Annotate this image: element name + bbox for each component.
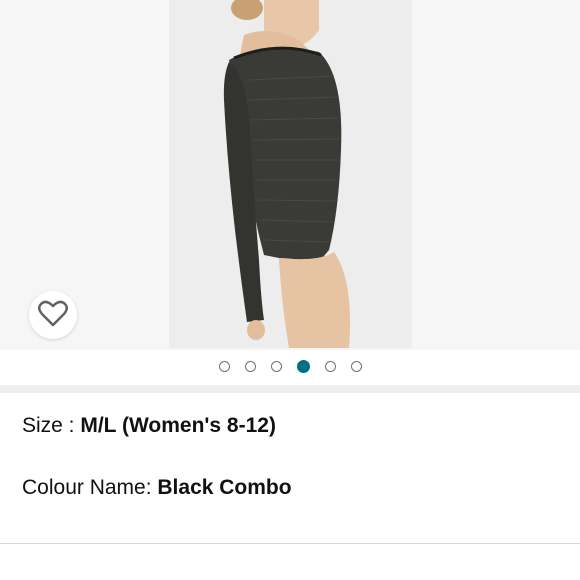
carousel-dots [0,356,580,376]
bottom-divider [0,543,580,544]
colour-label: Colour Name: [22,476,158,499]
product-image-area [0,0,580,350]
section-divider [0,385,580,393]
carousel-dot-5[interactable] [324,360,336,372]
size-row: Size : M/L (Women's 8-12) [22,413,276,439]
carousel-dot-2[interactable] [244,360,256,372]
wishlist-button[interactable] [29,291,77,339]
colour-row: Colour Name: Black Combo [22,475,292,501]
model-photo-illustration [169,0,412,348]
size-label: Size : [22,414,81,437]
carousel-dot-1[interactable] [218,360,230,372]
carousel-dot-4-active[interactable] [296,359,310,373]
colour-value: Black Combo [157,476,292,499]
product-photo[interactable] [169,0,412,348]
carousel-dot-6[interactable] [350,360,362,372]
size-value: M/L (Women's 8-12) [80,414,276,437]
heart-outline-icon [38,299,68,332]
carousel-dot-3[interactable] [270,360,282,372]
